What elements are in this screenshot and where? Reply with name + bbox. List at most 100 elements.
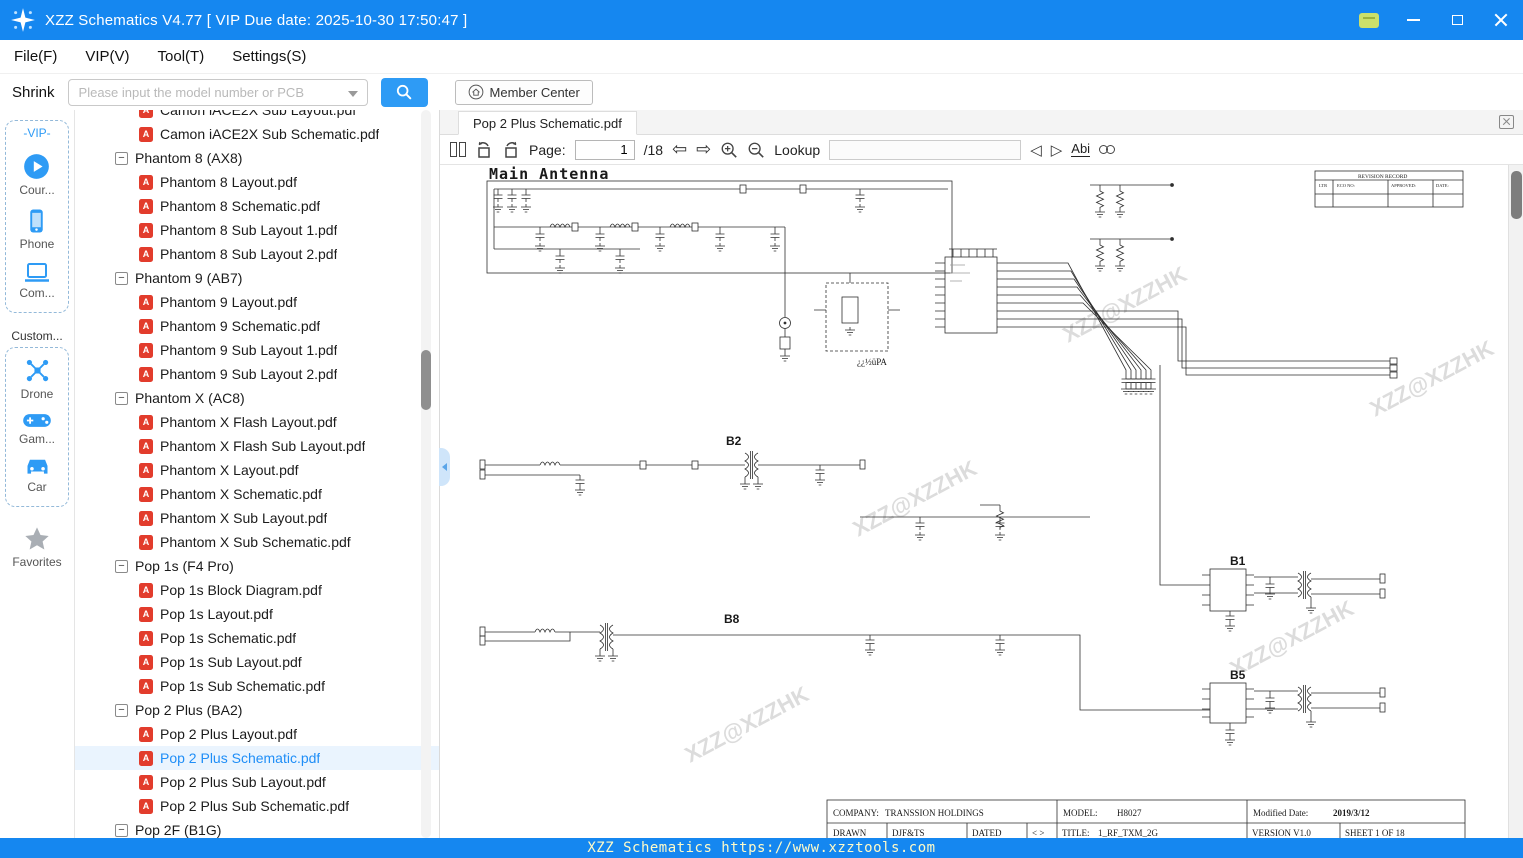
pdf-scrollbar-thumb[interactable] [1511,171,1522,219]
chevron-down-icon[interactable] [348,91,358,97]
model-search-input[interactable] [79,85,343,100]
file-tree: A Camon iACE2X Sub Layout.pdf ACamon iACE2… [75,110,439,838]
tree-file-row[interactable]: APhantom X Schematic.pdf [75,482,439,506]
tree-file-row[interactable]: APhantom X Sub Schematic.pdf [75,530,439,554]
page-number-input[interactable] [575,140,635,160]
maximize-button[interactable] [1435,0,1479,40]
next-page-icon[interactable]: ⇨ [696,141,711,159]
menu-settings[interactable]: Settings(S) [232,48,306,65]
tree-group-row[interactable]: −Pop 2F (B1G) [75,818,439,838]
pdf-toolbar: Page: /18 ⇦ ⇨ Lookup ◁ ▷ Abi [440,135,1523,165]
app-logo-icon [10,7,36,33]
tree-item-label: Pop 2 Plus Sub Schematic.pdf [160,798,349,814]
sidebar-item-computer[interactable]: Com... [19,262,54,300]
collapse-minus-icon[interactable]: − [115,704,128,717]
tree-file-row[interactable]: APhantom 9 Layout.pdf [75,290,439,314]
minimize-button[interactable] [1391,0,1435,40]
two-page-view-icon[interactable] [450,142,466,157]
watermark-text: XZZ@XZZHK [1059,261,1191,347]
tree-file-row[interactable]: APop 2 Plus Sub Schematic.pdf [75,794,439,818]
titleblock-modified-label: Modified Date: [1253,808,1308,818]
tree-group-row[interactable]: −Phantom X (AC8) [75,386,439,410]
tree-file-row[interactable]: APop 2 Plus Schematic.pdf [75,746,439,770]
tree-group-row[interactable]: −Phantom 8 (AX8) [75,146,439,170]
find-previous-icon[interactable]: ◁ [1030,141,1042,159]
find-next-icon[interactable]: ▷ [1051,141,1063,159]
tree-file-row[interactable]: APop 2 Plus Layout.pdf [75,722,439,746]
collapse-minus-icon[interactable]: − [115,152,128,165]
menubar: File(F) VIP(V) Tool(T) Settings(S) [0,40,1523,74]
course-play-icon [23,153,50,180]
close-button[interactable] [1479,0,1523,40]
menu-tool[interactable]: Tool(T) [158,48,205,65]
prev-page-icon[interactable]: ⇦ [672,141,687,159]
tree-file-row[interactable]: APhantom 8 Layout.pdf [75,170,439,194]
tree-group-row[interactable]: −Pop 1s (F4 Pro) [75,554,439,578]
zoom-out-icon[interactable] [747,141,765,159]
menu-vip[interactable]: VIP(V) [85,48,129,65]
tree-file-row[interactable]: A Phantom X Flash Layout.pdf [75,410,439,434]
menu-file[interactable]: File(F) [14,48,57,65]
tree-file-row[interactable]: APhantom 9 Schematic.pdf [75,314,439,338]
tree-file-row[interactable]: APhantom 8 Sub Layout 2.pdf [75,242,439,266]
tree-item-label: Camon iACE2X Sub Layout.pdf [160,110,356,118]
collapse-minus-icon[interactable]: − [115,272,128,285]
sidebar-item-car[interactable]: Car [24,457,51,494]
tree-file-row[interactable]: ACamon iACE2X Sub Schematic.pdf [75,122,439,146]
pdf-scrollbar[interactable] [1508,165,1523,838]
favorites-star-icon [23,525,51,553]
rotate-right-icon[interactable] [502,141,520,159]
member-center-button[interactable]: Member Center [455,80,593,105]
tree-file-row[interactable]: APop 1s Sub Schematic.pdf [75,674,439,698]
tree-file-row[interactable]: APhantom X Sub Layout.pdf [75,506,439,530]
sidebar-item-label: Car [27,480,46,494]
panel-collapse-handle[interactable] [439,448,450,486]
zoom-in-icon[interactable] [720,141,738,159]
collapse-minus-icon[interactable]: − [115,824,128,837]
tree-scrollbar-thumb[interactable] [421,350,431,410]
tree-item-label: Phantom X Flash Layout.pdf [160,414,337,430]
tree-file-row[interactable]: APop 1s Schematic.pdf [75,626,439,650]
sidebar-item-phone[interactable]: Phone [20,208,55,251]
tree-item-label: Pop 1s Sub Schematic.pdf [160,678,325,694]
shrink-button[interactable]: Shrink [5,81,62,104]
match-case-icon[interactable]: Abi [1071,142,1090,157]
collapse-minus-icon[interactable]: − [115,560,128,573]
search-button[interactable] [381,78,428,107]
sidebar-item-game[interactable]: Gam... [19,412,55,446]
tree-file-row[interactable]: APop 1s Sub Layout.pdf [75,650,439,674]
vip-card-button[interactable] [1347,0,1391,40]
tree-group-row[interactable]: −Pop 2 Plus (BA2) [75,698,439,722]
tree-file-row[interactable]: APhantom X Flash Sub Layout.pdf [75,434,439,458]
document-tab-bar: Pop 2 Plus Schematic.pdf [440,110,1523,135]
tree-file-row[interactable]: A Camon iACE2X Sub Layout.pdf [75,110,439,122]
document-tab[interactable]: Pop 2 Plus Schematic.pdf [458,111,637,135]
tree-file-row[interactable]: APop 1s Block Diagram.pdf [75,578,439,602]
tree-scrollbar[interactable] [421,110,431,838]
tree-file-row[interactable]: APhantom 8 Schematic.pdf [75,194,439,218]
pdf-file-icon: A [139,127,153,142]
pdf-file-icon: A [139,751,153,766]
tree-item-label: Phantom 8 Layout.pdf [160,174,297,190]
tree-item-label: Phantom 8 (AX8) [135,150,242,166]
tree-file-row[interactable]: APop 2 Plus Sub Layout.pdf [75,770,439,794]
tree-group-row[interactable]: −Phantom 9 (AB7) [75,266,439,290]
rotate-left-icon[interactable] [475,141,493,159]
pdf-file-icon: A [139,655,153,670]
collapse-minus-icon[interactable]: − [115,392,128,405]
tree-file-row[interactable]: APhantom 9 Sub Layout 1.pdf [75,338,439,362]
sidebar-item-drone[interactable]: Drone [21,357,54,401]
sidebar-item-course[interactable]: Cour... [19,153,54,197]
close-tab-icon[interactable] [1499,115,1514,129]
pdf-file-icon: A [139,110,153,118]
tree-file-row[interactable]: APhantom X Layout.pdf [75,458,439,482]
tree-file-row[interactable]: APhantom 9 Sub Layout 2.pdf [75,362,439,386]
binoculars-search-icon[interactable] [1099,145,1115,154]
pdf-file-icon: A [139,415,153,430]
tree-item-label: Pop 1s (F4 Pro) [135,558,234,574]
car-icon [24,457,51,477]
tree-file-row[interactable]: APop 1s Layout.pdf [75,602,439,626]
lookup-input[interactable] [829,140,1021,160]
sidebar-item-favorites[interactable]: Favorites [0,525,74,569]
tree-file-row[interactable]: APhantom 8 Sub Layout 1.pdf [75,218,439,242]
